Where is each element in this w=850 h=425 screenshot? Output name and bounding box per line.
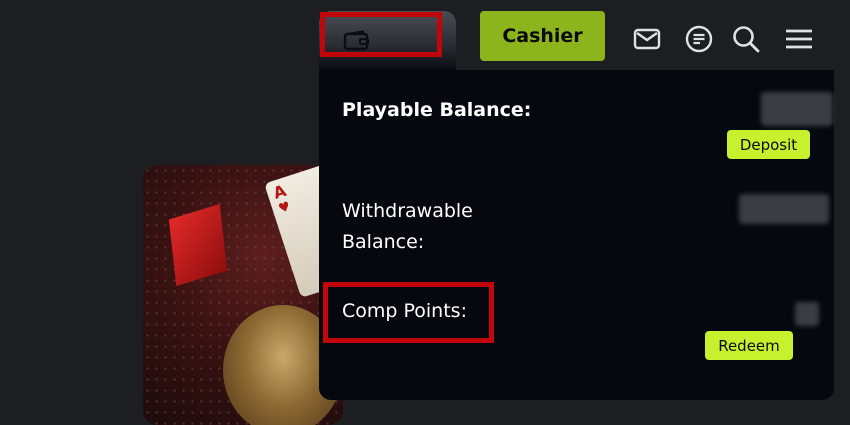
withdrawable-balance-label-line2: Balance: <box>342 231 425 253</box>
playable-balance-value <box>761 92 833 126</box>
heart-icon: ♥ <box>276 199 293 218</box>
cashier-button[interactable]: Cashier <box>480 11 605 61</box>
deposit-button[interactable]: Deposit <box>727 130 810 159</box>
withdrawable-balance-value <box>739 194 829 224</box>
promo-card[interactable]: A ♥ <box>143 165 343 425</box>
playable-balance-label: Playable Balance: <box>342 99 532 121</box>
balance-dropdown: Playable Balance: Deposit Withdrawable B… <box>319 70 834 400</box>
redeem-button[interactable]: Redeem <box>705 331 793 360</box>
withdrawable-balance-label-line1: Withdrawable <box>342 200 473 222</box>
comp-points-highlight-box <box>323 282 494 343</box>
chat-icon[interactable] <box>684 24 714 54</box>
wallet-highlight-box <box>320 12 442 57</box>
search-icon[interactable] <box>731 24 761 54</box>
comp-points-value <box>795 302 819 326</box>
mail-icon[interactable] <box>632 24 662 54</box>
menu-icon[interactable] <box>784 24 814 54</box>
